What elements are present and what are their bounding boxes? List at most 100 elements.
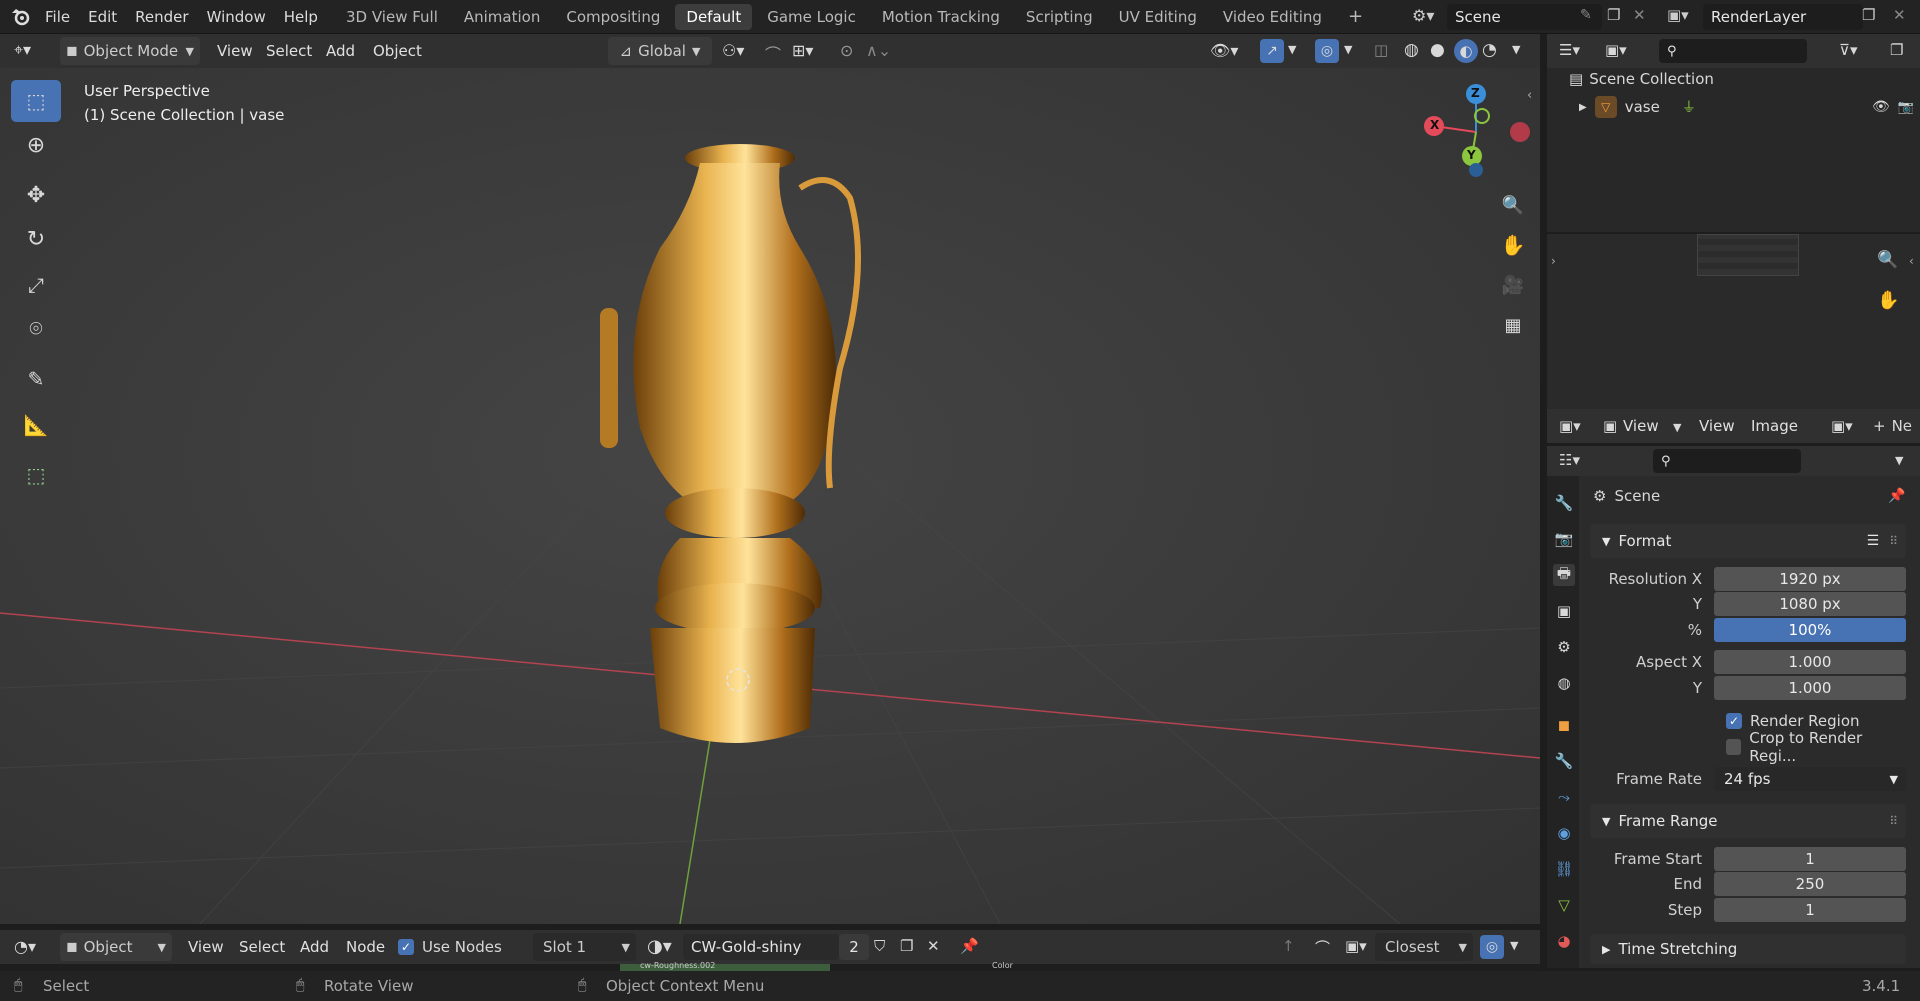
menu-view[interactable]: View	[207, 42, 263, 60]
eye-icon[interactable]: 👁	[1872, 99, 1890, 115]
transform-tool[interactable]: ⌾	[11, 308, 61, 350]
view-layer-icon[interactable]: ▣▾	[1667, 6, 1689, 24]
presets-icon[interactable]: ☰	[1867, 533, 1880, 549]
menu-file[interactable]: File	[36, 0, 79, 34]
aspect-y-field[interactable]: 1.000	[1714, 676, 1906, 700]
tab-uv-editing[interactable]: UV Editing	[1108, 4, 1208, 30]
editor-type-icon[interactable]: ◔▾	[14, 937, 36, 956]
material-name-field[interactable]: CW-Gold-shiny	[683, 934, 839, 960]
frame-start-field[interactable]: 1	[1714, 847, 1906, 871]
use-nodes-checkbox[interactable]: ✓	[398, 939, 414, 955]
chevron-down-icon[interactable]: ▼	[1510, 939, 1518, 952]
chevron-down-icon[interactable]: ▼	[1512, 43, 1520, 56]
pin-icon[interactable]: 📌	[960, 937, 979, 955]
particles-tab-icon[interactable]: ⤳	[1553, 786, 1575, 808]
properties-search[interactable]: ⚲	[1653, 449, 1801, 473]
material-users-count[interactable]: 2	[839, 934, 869, 960]
slot-dropdown[interactable]: Slot 1 ▼	[533, 933, 636, 961]
pin-icon[interactable]: ✎	[1580, 7, 1592, 23]
material-tab-icon[interactable]: ◕	[1553, 930, 1575, 952]
fake-user-icon[interactable]: ⛉	[874, 937, 885, 955]
shader-mode-dropdown[interactable]: ◼ Object ▼	[60, 933, 172, 961]
falloff-icon[interactable]: ∧⌄	[866, 41, 891, 60]
scene-selector[interactable]: Scene	[1447, 4, 1602, 30]
menu-window[interactable]: Window	[198, 0, 275, 34]
image-browse-icon[interactable]: ▣▾	[1831, 417, 1853, 435]
3d-viewport[interactable]: User Perspective (1) Scene Collection | …	[0, 68, 1540, 924]
measure-tool[interactable]: 📐	[11, 404, 61, 446]
filter-icon[interactable]: ⊽▾	[1839, 41, 1858, 59]
scene-tab-icon[interactable]: ⚙	[1553, 636, 1575, 658]
menu-object[interactable]: Object	[363, 42, 432, 60]
chevron-down-icon[interactable]: ▼	[1288, 43, 1296, 56]
overlay-toggle-icon[interactable]: ◎	[1480, 935, 1504, 959]
resolution-y-field[interactable]: 1080 px	[1714, 592, 1906, 616]
select-box-tool[interactable]: ⬚	[11, 80, 61, 122]
annotate-tool[interactable]: ✎	[11, 358, 61, 400]
tab-scripting[interactable]: Scripting	[1015, 4, 1104, 30]
chevron-down-icon[interactable]: ▼	[1895, 454, 1903, 467]
pan-button[interactable]: ✋	[1495, 227, 1531, 263]
scene-icon[interactable]: ⚙▾	[1412, 6, 1434, 25]
expand-arrow-icon[interactable]: ▶	[1579, 102, 1587, 113]
editor-type-icon[interactable]: ⌖▾	[14, 40, 31, 60]
data-tab-icon[interactable]: ▽	[1553, 894, 1575, 916]
snap-icon[interactable]: ⌒	[765, 41, 781, 65]
image-editor[interactable]: › 🔍 ✋ ‹	[1547, 234, 1920, 409]
parent-node-icon[interactable]: ↑	[1282, 937, 1295, 955]
blender-logo-icon[interactable]	[10, 7, 32, 27]
solid-shading-icon[interactable]: ●	[1430, 40, 1445, 60]
drag-handle-icon[interactable]: ⠿	[1889, 534, 1898, 548]
wireframe-shading-icon[interactable]: ◍	[1404, 40, 1419, 60]
tab-game-logic[interactable]: Game Logic	[756, 4, 867, 30]
collapse-left-icon[interactable]: ›	[1551, 254, 1556, 268]
snap-target-icon[interactable]: ⊞▾	[792, 41, 813, 60]
scene-collection-row[interactable]: ▤ Scene Collection	[1569, 70, 1714, 88]
rotate-tool[interactable]: ↻	[11, 218, 61, 260]
tab-compositing[interactable]: Compositing	[555, 4, 671, 30]
frame-step-field[interactable]: 1	[1714, 898, 1906, 922]
frame-range-panel-header[interactable]: ▼ Frame Range ⠿	[1590, 804, 1906, 838]
editor-type-icon[interactable]: ☰▾	[1559, 41, 1580, 59]
view-layer-selector[interactable]: RenderLayer	[1703, 4, 1863, 30]
new-image-button[interactable]: + Ne	[1873, 417, 1912, 435]
hand-icon[interactable]: ✋	[1877, 290, 1899, 311]
menu-view[interactable]: View	[178, 938, 234, 956]
scale-tool[interactable]: ⤢	[11, 264, 61, 306]
view-mode-icon[interactable]: ▣	[1603, 417, 1617, 435]
world-tab-icon[interactable]: ◍	[1553, 672, 1575, 694]
snap-target-icon[interactable]: ▣▾	[1345, 937, 1367, 955]
modifier-tab-icon[interactable]: 🔧	[1553, 750, 1575, 772]
render-region-checkbox[interactable]: ✓	[1726, 713, 1742, 729]
outliner-search[interactable]: ⚲	[1659, 39, 1807, 63]
move-tool[interactable]: ✥	[11, 174, 61, 216]
camera-icon[interactable]: 📷	[1898, 100, 1914, 115]
resolution-percent-field[interactable]: 100%	[1714, 618, 1906, 642]
view-layer-tab-icon[interactable]: ▣	[1553, 600, 1575, 622]
xray-icon[interactable]: ◫	[1374, 41, 1388, 59]
pin-icon[interactable]: 📌	[1888, 488, 1905, 504]
new-view-layer-icon[interactable]: ❐	[1862, 6, 1875, 24]
snap-icon[interactable]: ⌒	[1315, 937, 1330, 958]
tab-3d-view-full[interactable]: 3D View Full	[335, 4, 449, 30]
view-mode-dropdown[interactable]: View	[1617, 417, 1665, 435]
outliner-item-vase[interactable]: ▶ ▽ vase ⏚ 👁 📷	[1579, 96, 1914, 118]
editor-type-icon[interactable]: ▣▾	[1559, 417, 1581, 435]
tool-tab-icon[interactable]: 🔧	[1553, 492, 1575, 514]
menu-view[interactable]: View	[1689, 417, 1745, 435]
menu-select[interactable]: Select	[229, 938, 295, 956]
drag-handle-icon[interactable]: ⠿	[1889, 814, 1898, 828]
chevron-down-icon[interactable]: ▼	[1344, 43, 1352, 56]
zoom-button[interactable]: 🔍	[1495, 187, 1531, 223]
collapse-right-icon[interactable]: ‹	[1909, 254, 1914, 268]
time-stretching-panel-header[interactable]: ▶ Time Stretching	[1590, 934, 1906, 964]
tab-animation[interactable]: Animation	[453, 4, 551, 30]
menu-add[interactable]: Add	[290, 938, 339, 956]
mode-dropdown[interactable]: ◼ Object Mode ▼	[60, 37, 200, 65]
format-panel-header[interactable]: ▼ Format ☰ ⠿	[1590, 524, 1906, 558]
menu-help[interactable]: Help	[275, 0, 327, 34]
ortho-toggle-button[interactable]: ▦	[1495, 307, 1531, 343]
menu-edit[interactable]: Edit	[79, 0, 126, 34]
orientation-dropdown[interactable]: ⊿ Global ▼	[608, 37, 712, 65]
crop-region-checkbox[interactable]	[1726, 739, 1742, 755]
